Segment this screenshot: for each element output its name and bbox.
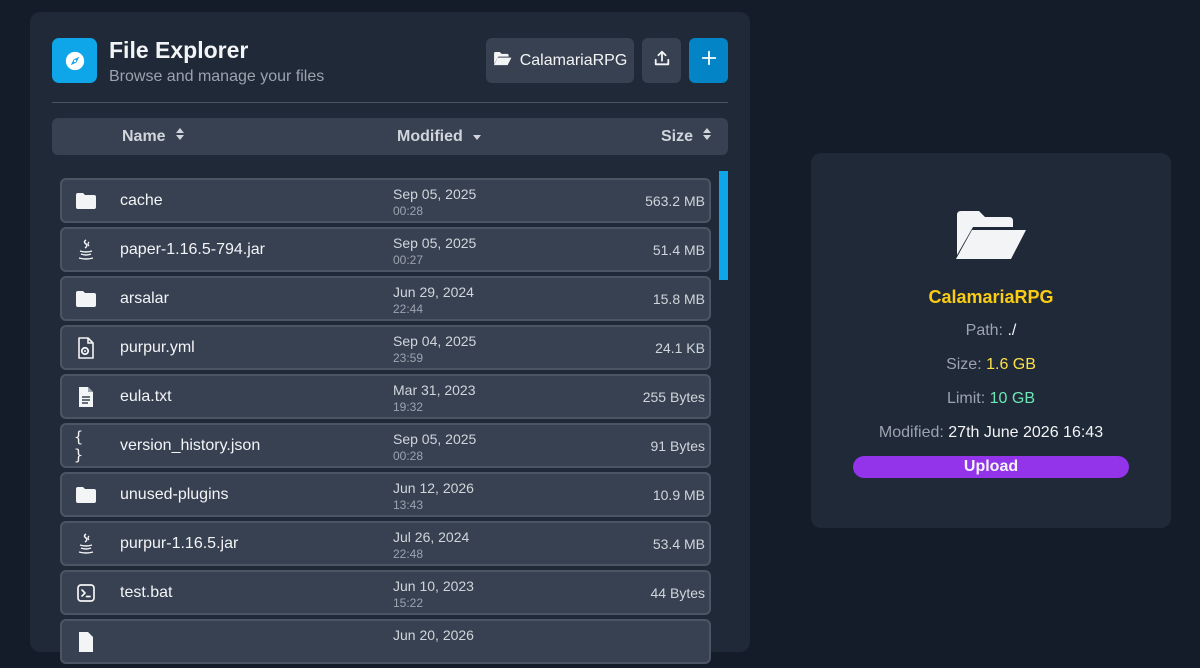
upload-button[interactable] bbox=[642, 38, 681, 83]
file-time: 22:44 bbox=[393, 302, 424, 316]
directory-info-panel: CalamariaRPG Path: ./ Size: 1.6 GB Limit… bbox=[811, 153, 1171, 528]
file-size: 91 Bytes bbox=[650, 438, 705, 454]
file-name: cache bbox=[120, 192, 163, 209]
file-name: purpur.yml bbox=[120, 339, 195, 356]
file-size: 255 Bytes bbox=[642, 389, 705, 405]
directory-modified: Modified: 27th June 2026 16:43 bbox=[878, 424, 1104, 441]
current-directory-button[interactable]: CalamariaRPG bbox=[486, 38, 634, 83]
file-date: Jun 12, 2026 bbox=[393, 480, 474, 496]
page-subtitle: Browse and manage your files bbox=[109, 68, 325, 85]
json-icon: { } bbox=[74, 428, 84, 464]
new-file-button[interactable] bbox=[689, 38, 728, 83]
directory-path: Path: ./ bbox=[965, 322, 1017, 339]
upload-icon bbox=[653, 49, 671, 72]
current-directory-label: CalamariaRPG bbox=[519, 51, 628, 69]
file-date: Jun 10, 2023 bbox=[393, 578, 474, 594]
file-time: 00:28 bbox=[393, 449, 424, 463]
file-row[interactable]: eula.txt Mar 31, 2023 19:32 255 Bytes bbox=[60, 374, 711, 419]
folder-icon bbox=[74, 287, 98, 311]
directory-limit: Limit: 10 GB bbox=[946, 390, 1036, 407]
file-name: purpur-1.16.5.jar bbox=[120, 535, 239, 552]
file-size: 15.8 MB bbox=[652, 291, 705, 307]
column-header-size[interactable]: Size bbox=[661, 127, 712, 146]
compass-icon bbox=[52, 38, 97, 83]
file-row[interactable]: purpur.yml Sep 04, 2025 23:59 24.1 KB bbox=[60, 325, 711, 370]
file-size: 53.4 MB bbox=[652, 536, 705, 552]
file-row[interactable]: unused-plugins Jun 12, 2026 13:43 10.9 M… bbox=[60, 472, 711, 517]
java-icon bbox=[74, 532, 98, 556]
file-size: 563.2 MB bbox=[645, 193, 705, 209]
file-date: Mar 31, 2023 bbox=[393, 382, 476, 398]
plus-icon bbox=[700, 49, 718, 72]
file-time: 00:28 bbox=[393, 204, 424, 218]
text-file-icon bbox=[74, 385, 98, 409]
file-explorer-panel: File Explorer Browse and manage your fil… bbox=[30, 12, 750, 664]
page-title: File Explorer bbox=[109, 37, 249, 63]
file-row[interactable]: paper-1.16.5-794.jar Sep 05, 2025 00:27 … bbox=[60, 227, 711, 272]
file-time: 00:27 bbox=[393, 253, 424, 267]
column-header-name[interactable]: Name bbox=[122, 127, 185, 146]
file-name: test.bat bbox=[120, 584, 173, 601]
column-header-modified[interactable]: Modified bbox=[397, 127, 482, 146]
sort-icon bbox=[175, 127, 185, 146]
sort-desc-icon bbox=[472, 127, 482, 146]
config-file-icon bbox=[74, 336, 98, 360]
java-icon bbox=[74, 238, 98, 262]
directory-size: Size: 1.6 GB bbox=[946, 356, 1036, 373]
folder-icon bbox=[74, 483, 98, 507]
file-date: Jul 26, 2024 bbox=[393, 529, 470, 545]
terminal-icon bbox=[74, 581, 98, 605]
file-name: version_history.json bbox=[120, 437, 261, 454]
file-row[interactable]: purpur-1.16.5.jar Jul 26, 2024 22:48 53.… bbox=[60, 521, 711, 566]
header-divider bbox=[52, 102, 728, 103]
column-name-label: Name bbox=[122, 127, 166, 145]
file-time: 19:32 bbox=[393, 400, 424, 414]
upload-files-button[interactable]: Upload bbox=[853, 456, 1129, 478]
file-size: 24.1 KB bbox=[655, 340, 705, 356]
explorer-header: File Explorer Browse and manage your fil… bbox=[52, 37, 728, 86]
file-time: 13:43 bbox=[393, 498, 424, 512]
file-row[interactable]: test.bat Jun 10, 2023 15:22 44 Bytes bbox=[60, 570, 711, 615]
file-size: 51.4 MB bbox=[652, 242, 705, 258]
folder-open-icon bbox=[955, 209, 1027, 266]
file-date: Sep 05, 2025 bbox=[393, 431, 477, 447]
column-size-label: Size bbox=[660, 127, 693, 145]
directory-name: CalamariaRPG bbox=[928, 287, 1054, 307]
file-icon bbox=[74, 630, 98, 654]
file-name: eula.txt bbox=[120, 388, 172, 405]
table-header: Name Modified Size bbox=[52, 118, 728, 155]
file-time: 23:59 bbox=[393, 351, 424, 365]
file-row[interactable]: Jun 20, 2026 bbox=[60, 619, 711, 664]
file-date: Sep 05, 2025 bbox=[393, 235, 477, 251]
file-name: unused-plugins bbox=[120, 486, 229, 503]
sort-icon bbox=[702, 127, 712, 146]
column-modified-label: Modified bbox=[397, 127, 463, 145]
file-name: arsalar bbox=[120, 290, 169, 307]
file-date: Sep 05, 2025 bbox=[393, 186, 477, 202]
folder-icon bbox=[74, 189, 98, 213]
file-date: Jun 29, 2024 bbox=[393, 284, 474, 300]
folder-open-icon bbox=[493, 51, 512, 71]
file-time: 22:48 bbox=[393, 547, 424, 561]
file-list-scrollbar[interactable] bbox=[719, 171, 728, 280]
file-date: Jun 20, 2026 bbox=[393, 627, 474, 643]
file-row[interactable]: arsalar Jun 29, 2024 22:44 15.8 MB bbox=[60, 276, 711, 321]
file-list: cache Sep 05, 2025 00:28 563.2 MB paper-… bbox=[60, 178, 711, 668]
file-row[interactable]: { } version_history.json Sep 05, 2025 00… bbox=[60, 423, 711, 468]
file-size: 10.9 MB bbox=[652, 487, 705, 503]
file-date: Sep 04, 2025 bbox=[393, 333, 477, 349]
file-row[interactable]: cache Sep 05, 2025 00:28 563.2 MB bbox=[60, 178, 711, 223]
file-name: paper-1.16.5-794.jar bbox=[120, 241, 265, 258]
file-time: 15:22 bbox=[393, 596, 424, 610]
file-size: 44 Bytes bbox=[650, 585, 705, 601]
